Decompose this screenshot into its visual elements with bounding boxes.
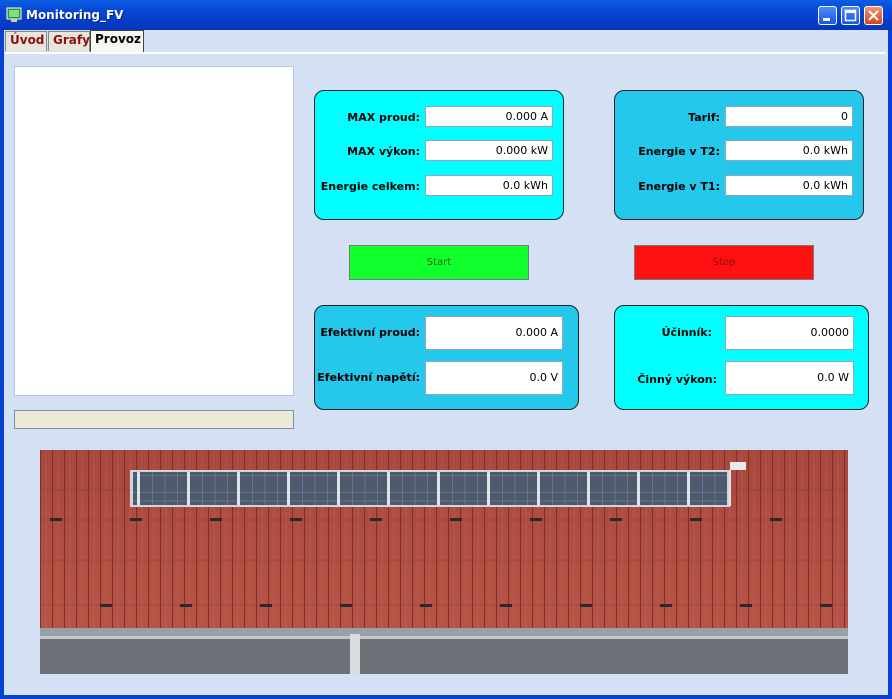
effective-voltage-row: Efektivní napětí:: [315, 367, 420, 389]
power-factor-panel: Účinník: 0.0000 Činný výkon: 0.0 W: [614, 305, 869, 410]
tariff-panel: Tarif: 0 Energie v T2: 0.0 kWh Energie v…: [614, 90, 864, 220]
monitor-app-icon: [6, 7, 22, 22]
max-power-label: MAX výkon:: [347, 145, 420, 158]
display-area: [14, 66, 294, 396]
effective-current-label: Efektivní proud:: [320, 326, 420, 339]
solar-roof-photo: [40, 450, 848, 674]
active-power-field[interactable]: 0.0 W: [725, 361, 854, 395]
max-values-panel: MAX proud: 0.000 A MAX výkon: 0.000 kW E…: [314, 90, 564, 220]
tab-uvod[interactable]: Úvod: [5, 31, 47, 51]
close-button[interactable]: [864, 6, 883, 25]
max-power-field[interactable]: 0.000 kW: [425, 140, 553, 161]
energy-t2-label: Energie v T2:: [638, 145, 720, 158]
power-factor-row: Účinník:: [615, 321, 712, 343]
energy-t1-row: Energie v T1:: [615, 176, 720, 198]
title-bar[interactable]: Monitoring_FV: [0, 0, 892, 30]
effective-current-row: Efektivní proud:: [315, 321, 420, 343]
effective-values-panel: Efektivní proud: 0.000 A Efektivní napět…: [314, 305, 579, 410]
minimize-icon: [823, 18, 830, 21]
close-icon: [868, 10, 879, 21]
max-current-row: MAX proud:: [315, 107, 420, 129]
tariff-row: Tarif:: [615, 107, 720, 129]
max-power-row: MAX výkon:: [315, 141, 420, 163]
minimize-button[interactable]: [818, 6, 837, 25]
power-factor-label: Účinník:: [661, 326, 712, 339]
progress-bar: [14, 410, 294, 429]
energy-t1-label: Energie v T1:: [638, 180, 720, 193]
tariff-label: Tarif:: [688, 111, 720, 124]
app-window: Monitoring_FV Úvod Grafy Provoz MAX prou…: [0, 0, 892, 699]
effective-current-field[interactable]: 0.000 A: [425, 316, 563, 350]
energy-t2-row: Energie v T2:: [615, 141, 720, 163]
max-current-field[interactable]: 0.000 A: [425, 106, 553, 127]
window-frame-bottom: [0, 695, 892, 699]
max-current-label: MAX proud:: [347, 111, 420, 124]
window-frame-right: [888, 30, 892, 699]
effective-voltage-field[interactable]: 0.0 V: [425, 361, 563, 395]
tab-provoz[interactable]: Provoz: [90, 30, 144, 54]
tab-grafy[interactable]: Grafy: [48, 31, 90, 51]
total-energy-field[interactable]: 0.0 kWh: [425, 175, 553, 196]
effective-voltage-label: Efektivní napětí:: [317, 371, 420, 384]
maximize-icon: [844, 9, 857, 22]
active-power-row: Činný výkon:: [615, 371, 717, 393]
energy-t2-field[interactable]: 0.0 kWh: [725, 140, 853, 161]
tab-uvod-label: Úvod: [10, 33, 45, 47]
stop-button[interactable]: Stop: [634, 245, 814, 280]
tab-divider: [5, 52, 885, 54]
tab-grafy-label: Grafy: [53, 33, 90, 47]
energy-t1-field[interactable]: 0.0 kWh: [725, 175, 853, 196]
total-energy-row: Energie celkem:: [315, 176, 420, 198]
window-title: Monitoring_FV: [26, 8, 124, 22]
active-power-label: Činný výkon:: [637, 373, 717, 386]
maximize-button[interactable]: [841, 6, 860, 25]
start-button[interactable]: Start: [349, 245, 529, 280]
tariff-field[interactable]: 0: [725, 106, 853, 127]
power-factor-field[interactable]: 0.0000: [725, 316, 854, 350]
total-energy-label: Energie celkem:: [320, 180, 420, 193]
tab-provoz-label: Provoz: [95, 32, 142, 46]
solar-roof-illustration: [40, 450, 848, 674]
window-frame-left: [0, 30, 4, 699]
tab-strip: Úvod Grafy Provoz: [5, 30, 885, 54]
